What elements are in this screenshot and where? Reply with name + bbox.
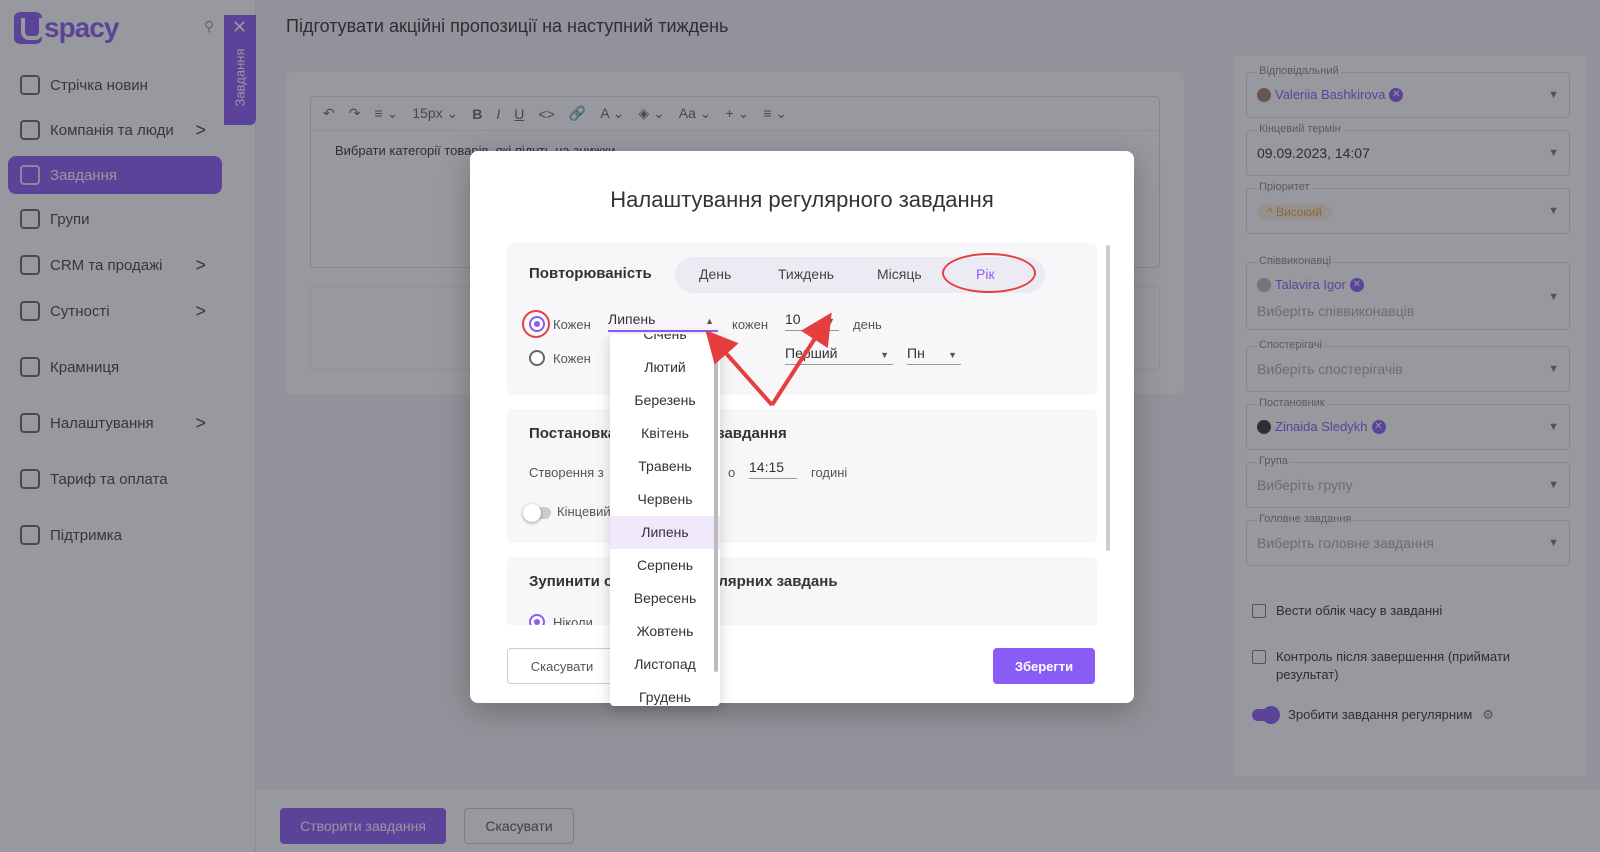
- dropdown-scrollbar[interactable]: [714, 342, 718, 672]
- month-option[interactable]: Вересень: [610, 582, 720, 615]
- month-option[interactable]: Лютий: [610, 351, 720, 384]
- segment-month[interactable]: Місяць: [877, 266, 922, 282]
- annotation-circle-year: [942, 253, 1036, 293]
- day-word: день: [853, 317, 882, 332]
- month-list: Січень Лютий Березень Квітень Травень Че…: [610, 334, 720, 706]
- dialog-scrollbar[interactable]: [1106, 245, 1110, 551]
- deadline-toggle[interactable]: [523, 504, 551, 522]
- segment-day[interactable]: День: [699, 266, 731, 282]
- section-heading: Повторюваність: [529, 265, 652, 282]
- month-option-selected[interactable]: Липень: [610, 516, 720, 549]
- chevron-up-icon: ▲: [705, 316, 714, 326]
- month-option[interactable]: Квітень: [610, 417, 720, 450]
- month-option[interactable]: Січень: [610, 334, 720, 351]
- month-option[interactable]: Грудень: [610, 681, 720, 706]
- never-label: Ніколи: [553, 615, 593, 625]
- day-select[interactable]: 10 ▼: [785, 311, 839, 331]
- recurring-task-dialog: Налаштування регулярного завдання Повтор…: [470, 151, 1134, 703]
- time-input[interactable]: 14:15: [749, 459, 797, 479]
- month-option[interactable]: Жовтень: [610, 615, 720, 648]
- radio-label: Кожен: [553, 351, 591, 366]
- dialog-scroll-area: Повторюваність День Тиждень Місяць Рік К…: [507, 243, 1101, 625]
- dialog-cancel-button[interactable]: Скасувати: [507, 648, 617, 684]
- month-dropdown: Січень Лютий Березень Квітень Травень Че…: [610, 334, 720, 706]
- chevron-down-icon: ▼: [826, 316, 835, 326]
- select-value: Перший: [785, 345, 838, 361]
- hours-label: годині: [811, 465, 848, 480]
- select-value: 10: [785, 311, 801, 327]
- month-option[interactable]: Червень: [610, 483, 720, 516]
- ordinal-select[interactable]: Перший ▼: [785, 345, 893, 365]
- radio-label: Кожен: [553, 317, 591, 332]
- month-option[interactable]: Березень: [610, 384, 720, 417]
- annotation-circle-radio: [522, 310, 550, 338]
- month-option[interactable]: Серпень: [610, 549, 720, 582]
- dialog-title: Налаштування регулярного завдання: [610, 187, 994, 212]
- at-label: о: [728, 465, 736, 480]
- chevron-down-icon: ▼: [880, 350, 889, 360]
- stop-section: Зупинити створення регулярних завдань Ні…: [507, 557, 1097, 625]
- app: spacy ⚲ Стрічка новин Компанія та люди > …: [0, 0, 1600, 852]
- segment-week[interactable]: Тиждень: [778, 266, 834, 282]
- month-select[interactable]: Липень ▲: [608, 311, 718, 332]
- deadline-label: Кінцевий: [557, 504, 611, 519]
- chevron-down-icon: ▼: [948, 350, 957, 360]
- never-radio[interactable]: [529, 614, 545, 625]
- every-weekday-radio[interactable]: [529, 350, 545, 366]
- setup-section: Постановка регулярного завдання Створенн…: [507, 409, 1097, 543]
- dialog-save-button[interactable]: Зберегти: [993, 648, 1095, 684]
- month-option[interactable]: Травень: [610, 450, 720, 483]
- every-label: кожен: [732, 317, 769, 332]
- select-value: Пн: [907, 345, 925, 361]
- select-value: Липень: [608, 311, 656, 327]
- month-option[interactable]: Листопад: [610, 648, 720, 681]
- create-label: Створення з: [529, 465, 604, 480]
- weekday-select[interactable]: Пн ▼: [907, 345, 961, 365]
